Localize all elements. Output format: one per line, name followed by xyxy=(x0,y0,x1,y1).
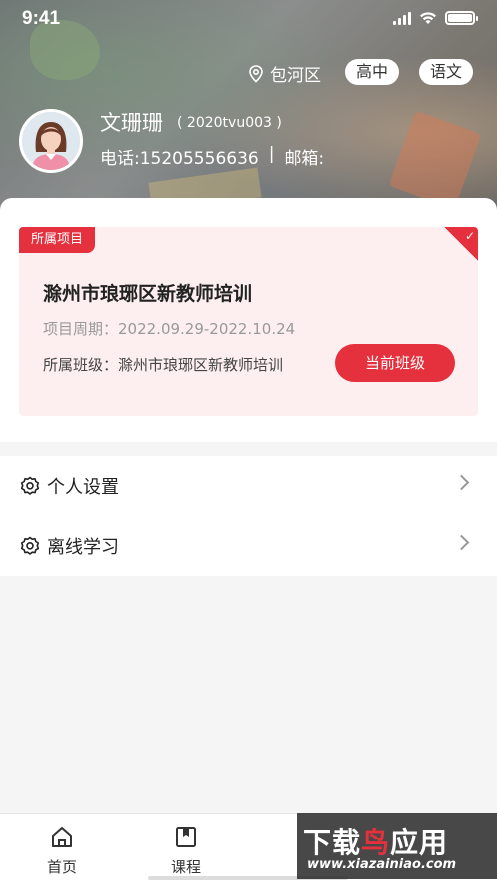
setting-label: 离线学习 xyxy=(47,537,119,558)
status-time: 9:41 xyxy=(22,8,61,29)
avatar[interactable] xyxy=(19,109,83,173)
gear-icon xyxy=(20,476,40,495)
user-id: ( 2020tvu003 ) xyxy=(177,115,282,131)
location-label: 包河区 xyxy=(270,66,321,86)
gear-icon xyxy=(20,536,40,555)
chevron-right-icon xyxy=(453,534,470,551)
setting-label: 个人设置 xyxy=(47,477,119,498)
watermark-title: 下载鸟应用 xyxy=(303,826,449,859)
project-title: 滁州市琅琊区新教师培训 xyxy=(43,283,253,305)
check-icon: ✓ xyxy=(464,229,475,243)
watermark: 下载鸟应用 www.xiazainiao.com xyxy=(297,813,497,879)
project-class: 所属班级：滁州市琅琊区新教师培训 xyxy=(43,356,284,374)
settings-list: 个人设置 离线学习 xyxy=(0,456,497,576)
project-card[interactable]: 所属项目 ✓ 滁州市琅琊区新教师培训 项目周期：2022.09.29-2022.… xyxy=(19,227,478,416)
tab-course[interactable]: 课程 xyxy=(124,814,248,883)
battery-icon xyxy=(445,11,478,25)
location-selector[interactable]: 包河区 xyxy=(248,61,321,86)
wifi-icon xyxy=(420,12,436,24)
project-period: 项目周期：2022.09.29-2022.10.24 xyxy=(43,320,296,338)
email-text: 邮箱: xyxy=(284,149,325,169)
status-icons xyxy=(393,11,478,25)
home-icon xyxy=(52,827,72,847)
book-icon xyxy=(176,827,196,847)
setting-item-offline[interactable]: 离线学习 xyxy=(0,516,497,576)
subject-chip[interactable]: 语文 xyxy=(419,59,474,85)
contact-separator: | xyxy=(268,144,275,164)
selected-corner: ✓ xyxy=(444,227,478,261)
current-class-button[interactable]: 当前班级 xyxy=(335,344,455,382)
user-name: 文珊珊 xyxy=(100,111,163,135)
project-tag: 所属项目 xyxy=(19,227,96,253)
contact-info: 电话:15205556636 | 邮箱: xyxy=(100,144,324,169)
tab-label: 首页 xyxy=(46,858,77,876)
chevron-right-icon xyxy=(453,474,470,491)
phone-text: 电话:15205556636 xyxy=(100,149,259,169)
status-bar: 9:41 xyxy=(0,0,497,40)
level-chip[interactable]: 高中 xyxy=(345,59,400,85)
signal-icon xyxy=(393,11,411,25)
tab-home[interactable]: 首页 xyxy=(0,814,124,883)
location-pin-icon xyxy=(249,64,263,83)
setting-item-personal[interactable]: 个人设置 xyxy=(0,456,497,516)
watermark-url: www.xiazainiao.com xyxy=(307,857,457,872)
tab-label: 课程 xyxy=(170,858,201,876)
